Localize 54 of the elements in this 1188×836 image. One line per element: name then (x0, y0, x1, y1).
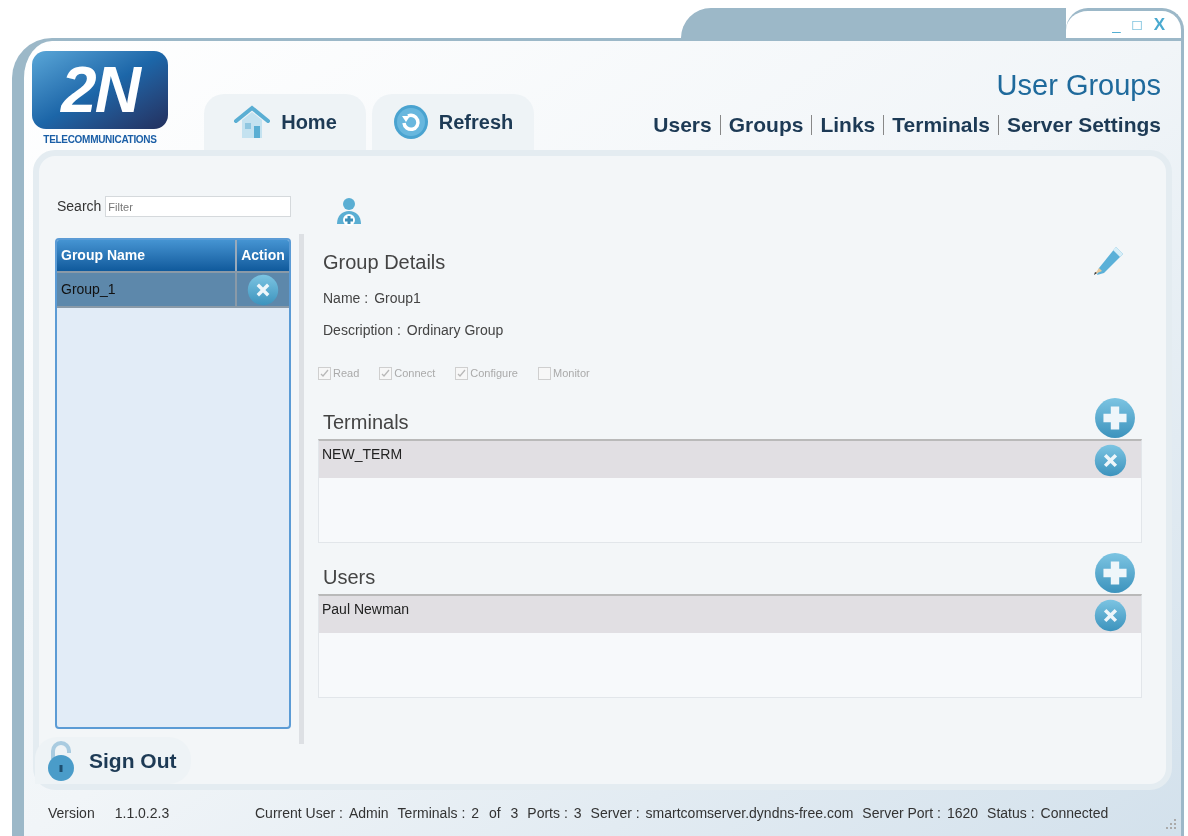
status-label: Ports : (527, 803, 568, 823)
nav-link[interactable]: Server Settings (1006, 109, 1161, 141)
status-label: Status : (987, 803, 1035, 823)
nav-link[interactable]: Groups (728, 109, 804, 141)
toolbar-tab[interactable]: Refresh (372, 94, 534, 150)
table-row[interactable]: Group_1 (57, 271, 289, 308)
nav-link[interactable]: Links (820, 109, 876, 141)
remove-icon[interactable] (1094, 598, 1127, 632)
status-label: Current User : (255, 803, 343, 823)
section-heading: Users (322, 564, 376, 590)
search-field[interactable]: Filter (105, 196, 291, 217)
page-title: User Groups (996, 68, 1161, 103)
add-user-icon[interactable] (334, 196, 364, 228)
checkbox-label: Configure (470, 366, 518, 381)
add-icon[interactable] (1094, 551, 1136, 594)
list-row[interactable]: NEW_TERM (319, 440, 1141, 478)
add-icon[interactable] (1094, 396, 1136, 439)
search-label: Search (57, 197, 102, 216)
status-label: Server : (590, 803, 640, 823)
remove-icon[interactable] (247, 273, 279, 306)
section-heading: Terminals (322, 409, 409, 435)
sign-out-button[interactable]: Sign Out (35, 737, 191, 784)
refresh-icon (392, 104, 429, 140)
resize-grip-icon[interactable] (1165, 818, 1177, 830)
house-icon (233, 105, 272, 139)
list-row[interactable]: Paul Newman (319, 595, 1141, 633)
status-value: 1620 (946, 803, 979, 823)
field-label: Name : (323, 289, 369, 308)
nav-link[interactable]: Users (653, 109, 712, 141)
version-value: 1.1.0.2.3 (114, 803, 170, 823)
status-value: smartcomserver.dyndns-free.com (645, 803, 854, 823)
column-header: Action (240, 246, 286, 265)
checkbox-label: Monitor (553, 366, 590, 381)
status-value: 3 (573, 803, 582, 823)
list-row-text: Paul Newman (322, 599, 410, 619)
toolbar-tab[interactable]: Home (204, 94, 366, 150)
nav-link[interactable]: Terminals (892, 109, 990, 141)
table-cell: Group_1 (57, 273, 237, 306)
remove-icon[interactable] (1094, 443, 1127, 477)
status-value: 2 of 3 (471, 803, 519, 823)
list-row-text: NEW_TERM (322, 444, 403, 464)
status-value: Admin (348, 803, 389, 823)
field-value: Group1 (374, 289, 421, 308)
section-heading: Group Details (322, 250, 446, 275)
logo-tagline: TELECOMMUNICATIONS (43, 133, 157, 147)
logo-badge: 2N (32, 51, 168, 129)
status-label: Terminals : (397, 803, 466, 823)
field-label: Description : (323, 321, 401, 340)
checkbox-label: Connect (394, 366, 436, 381)
status-label: Server Port : (862, 803, 941, 823)
version-label: Version (48, 803, 95, 823)
checkbox-label: Read (333, 366, 360, 381)
field-value: Ordinary Group (406, 321, 504, 340)
status-value: Connected (1040, 803, 1109, 823)
